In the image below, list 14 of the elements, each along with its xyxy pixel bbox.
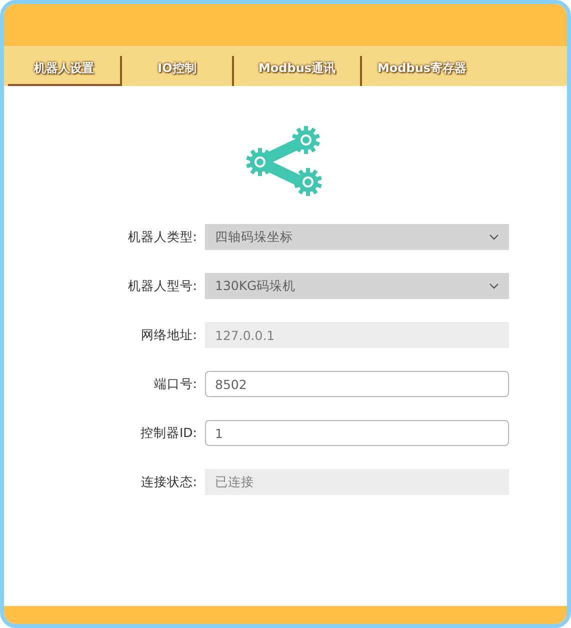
input-field[interactable]: 1 [205,420,509,446]
chevron-down-icon [489,283,499,289]
field-label: 端口号: [152,376,197,392]
input-field[interactable]: 8502 [205,371,509,397]
dropdown[interactable]: 130KG码垛机 [205,273,509,299]
field-label: 网络地址: [140,326,197,344]
field-label: 机器人型号: [126,278,197,294]
field-label: 控制器ID: [139,424,197,442]
readonly-field: 已连接 [205,469,509,495]
readonly-field: 127.0.0.1 [205,322,509,348]
dropdown[interactable]: 四轴码垛坐标 [205,224,509,250]
field-label: 连接状态: [140,474,197,490]
field-label: 机器人类型: [126,228,197,246]
chevron-down-icon [489,234,499,240]
